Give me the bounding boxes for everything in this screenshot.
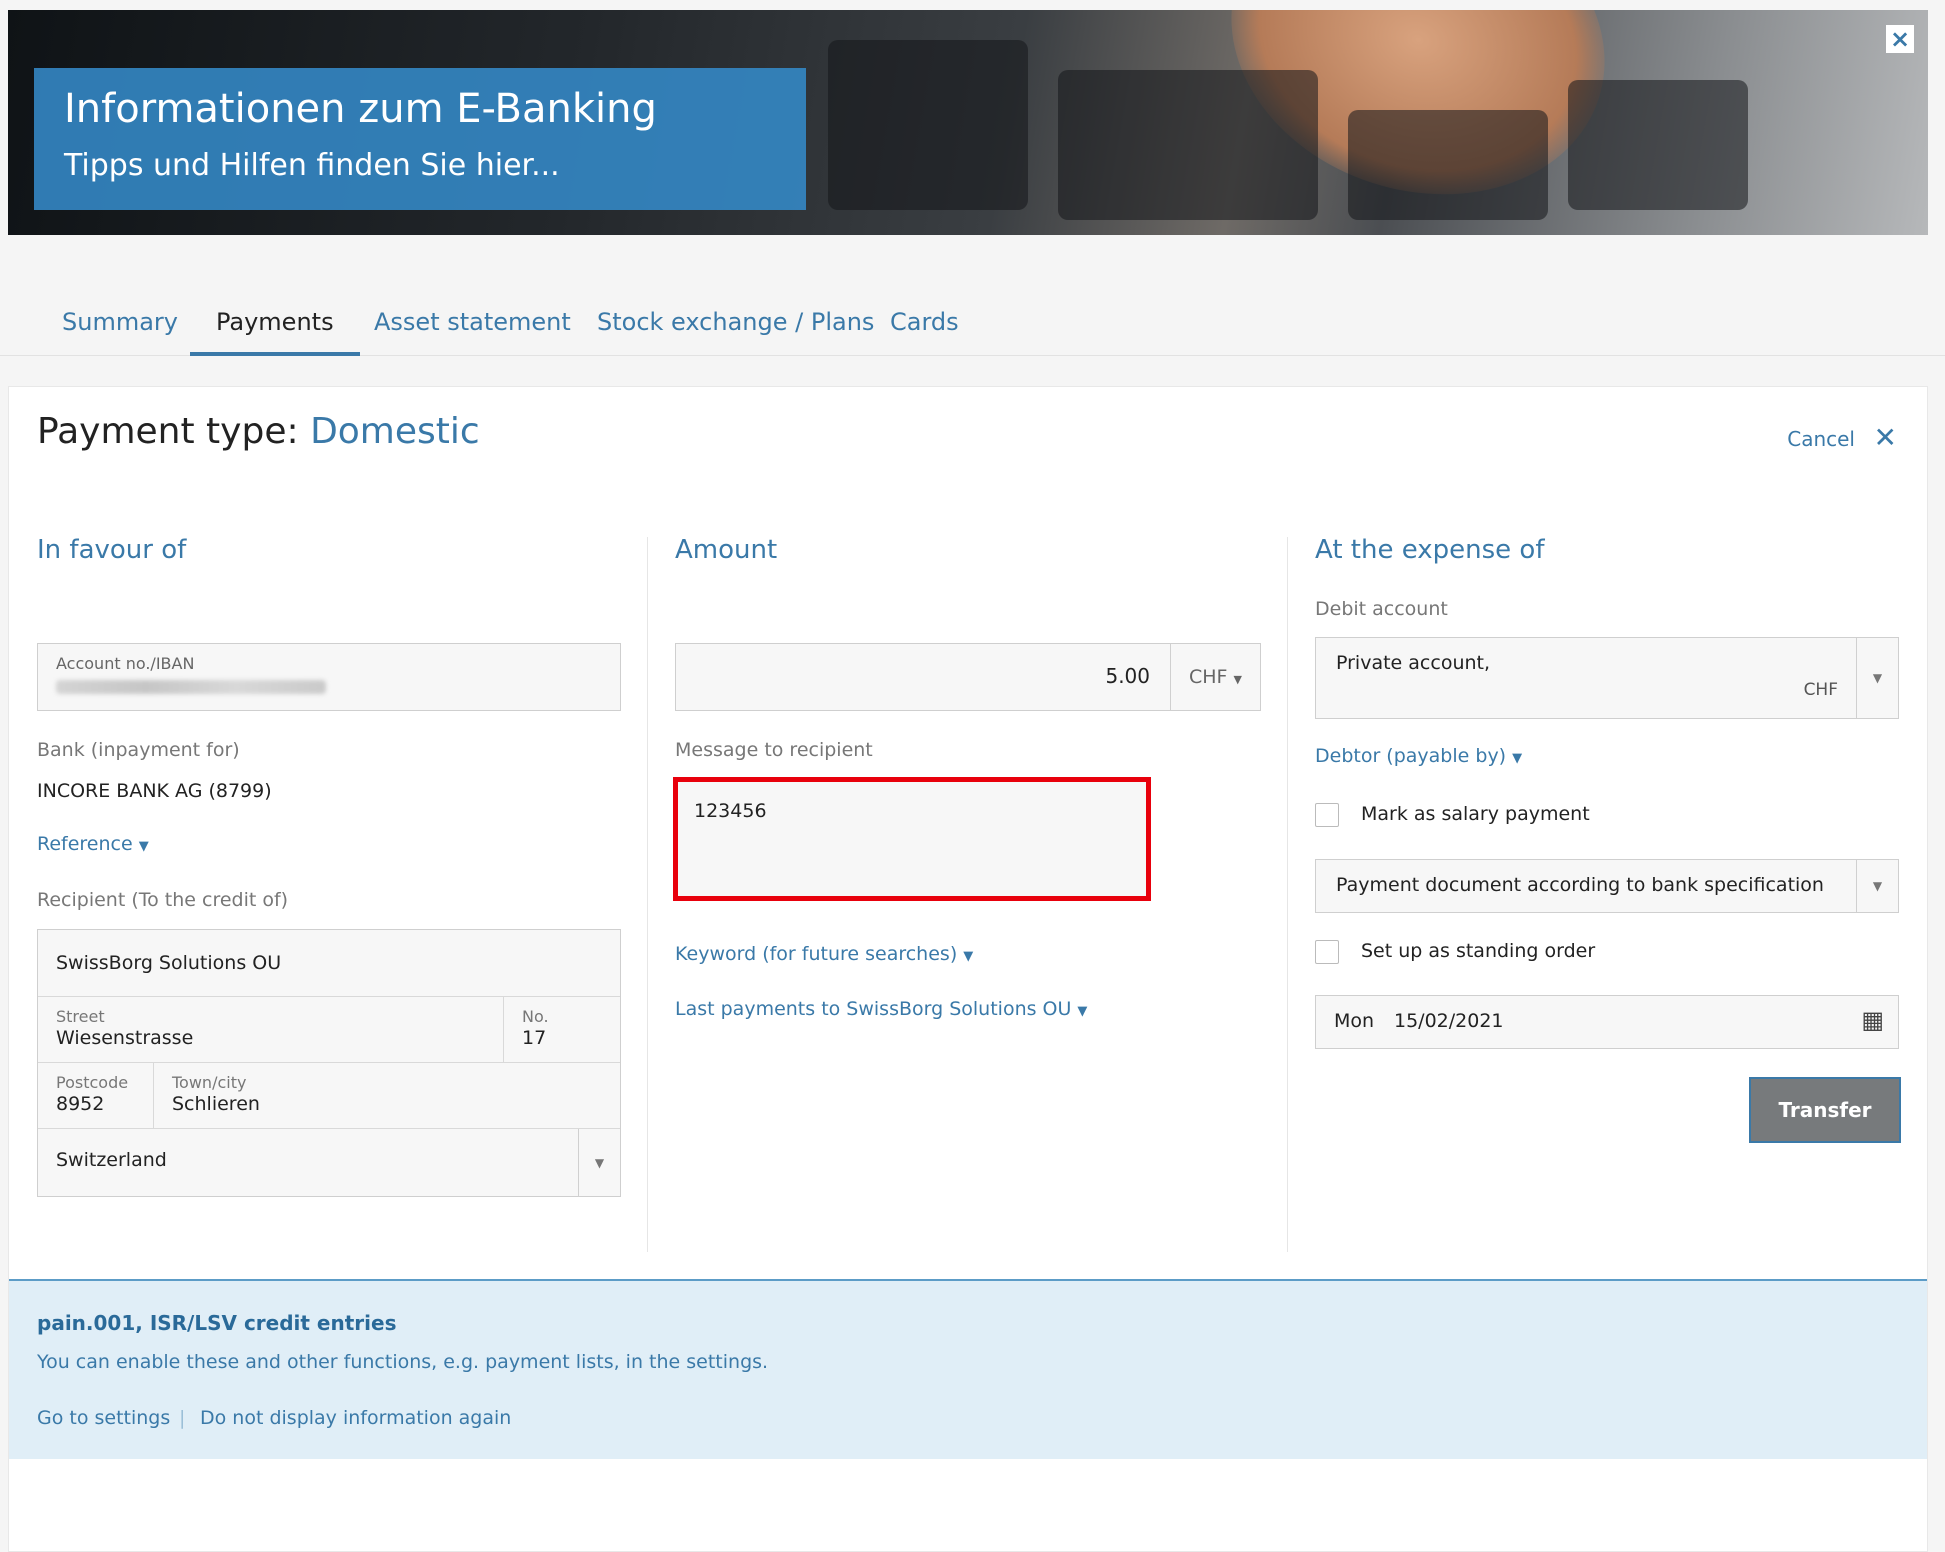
street-value: Wiesenstrasse	[56, 1027, 194, 1049]
banner-photo-key	[1058, 70, 1318, 220]
info-panel: pain.001, ISR/LSV credit entries You can…	[9, 1279, 1927, 1459]
iban-value-blurred	[56, 680, 326, 694]
message-value: 123456	[694, 800, 767, 822]
calendar-icon[interactable]: ▦	[1861, 1006, 1884, 1034]
postcode-label: Postcode	[56, 1073, 129, 1092]
house-no-field[interactable]: No. 17	[504, 997, 622, 1062]
keyword-link[interactable]: Keyword (for future searches) ▼	[675, 943, 973, 965]
banner-photo-key	[1568, 80, 1748, 210]
tab-cards[interactable]: Cards	[864, 290, 985, 356]
banner-photo-key	[1348, 110, 1548, 220]
street-row: Street Wiesenstrasse No. 17	[38, 997, 620, 1063]
recipient-label: Recipient (To the credit of)	[37, 889, 289, 911]
caret-down-icon[interactable]: ▼	[1856, 638, 1898, 718]
go-to-settings-link[interactable]: Go to settings	[37, 1407, 170, 1429]
caret-down-icon: ▼	[1233, 673, 1242, 686]
salary-checkbox[interactable]	[1315, 803, 1339, 827]
recipient-name-field[interactable]: SwissBorg Solutions OU	[38, 930, 620, 997]
page-title: Payment type: Domestic	[37, 411, 480, 452]
date-day: Mon	[1334, 1010, 1375, 1032]
street-field[interactable]: Street Wiesenstrasse	[38, 997, 504, 1062]
close-icon[interactable]: ×	[1886, 25, 1914, 53]
country-select[interactable]: Switzerland ▼	[38, 1129, 620, 1197]
expense-heading: At the expense of	[1315, 535, 1545, 565]
town-field[interactable]: Town/city Schlieren	[154, 1063, 622, 1128]
bank-value: INCORE BANK AG (8799)	[37, 780, 272, 802]
street-label: Street	[56, 1007, 105, 1026]
chevron-down-icon: ▼	[1512, 751, 1523, 766]
date-field[interactable]: Mon 15/02/2021 ▦	[1315, 995, 1899, 1049]
no-value: 17	[522, 1027, 547, 1049]
postcode-field[interactable]: Postcode 8952	[38, 1063, 154, 1128]
hide-info-link[interactable]: Do not display information again	[200, 1407, 511, 1429]
debit-account-select[interactable]: Private account, CHF ▼	[1315, 637, 1899, 719]
amount-input[interactable]: 5.00 CHF ▼	[675, 643, 1261, 711]
message-textarea[interactable]: 123456	[673, 777, 1151, 901]
close-icon[interactable]: ✕	[1874, 421, 1897, 454]
standing-order-checkbox[interactable]	[1315, 940, 1339, 964]
banner-text-box: Informationen zum E-Banking Tipps und Hi…	[34, 68, 806, 210]
banner-photo-key	[828, 40, 1028, 210]
info-heading: pain.001, ISR/LSV credit entries	[37, 1311, 397, 1335]
amount-heading: Amount	[675, 535, 778, 565]
main-tabs: Summary Payments Asset statement Stock e…	[0, 290, 1945, 356]
debit-account-label: Debit account	[1315, 598, 1448, 620]
document-value: Payment document according to bank speci…	[1336, 874, 1824, 896]
debit-account-value: Private account,	[1336, 652, 1491, 674]
caret-down-icon[interactable]: ▼	[578, 1129, 620, 1197]
town-label: Town/city	[172, 1073, 247, 1092]
payment-card: Payment type: Domestic Cancel ✕ In favou…	[8, 386, 1928, 1552]
iban-field[interactable]: Account no./IBAN	[37, 643, 621, 711]
no-label: No.	[522, 1007, 549, 1026]
link-separator: |	[179, 1407, 186, 1429]
payment-type-value: Domestic	[310, 411, 480, 452]
chevron-down-icon: ▼	[1077, 1004, 1088, 1019]
last-payments-link[interactable]: Last payments to SwissBorg Solutions OU ▼	[675, 998, 1087, 1020]
in-favour-heading: In favour of	[37, 535, 187, 565]
iban-label: Account no./IBAN	[56, 654, 195, 673]
chevron-down-icon: ▼	[138, 839, 149, 854]
transfer-button[interactable]: Transfer	[1749, 1077, 1901, 1143]
recipient-address: SwissBorg Solutions OU Street Wiesenstra…	[37, 929, 621, 1197]
caret-down-icon[interactable]: ▼	[1856, 860, 1898, 912]
recipient-name: SwissBorg Solutions OU	[56, 952, 282, 974]
document-select[interactable]: Payment document according to bank speci…	[1315, 859, 1899, 913]
message-label: Message to recipient	[675, 739, 873, 761]
date-value: 15/02/2021	[1394, 1010, 1504, 1032]
tab-stock-exchange[interactable]: Stock exchange / Plans	[571, 290, 900, 356]
town-row: Postcode 8952 Town/city Schlieren	[38, 1063, 620, 1129]
debtor-link[interactable]: Debtor (payable by) ▼	[1315, 745, 1522, 767]
column-divider	[1287, 537, 1288, 1252]
banner-title: Informationen zum E-Banking	[64, 86, 657, 132]
bank-label: Bank (inpayment for)	[37, 739, 240, 761]
currency-select[interactable]: CHF ▼	[1170, 644, 1260, 710]
column-divider	[647, 537, 648, 1252]
town-value: Schlieren	[172, 1093, 260, 1115]
cancel-link[interactable]: Cancel	[1787, 427, 1855, 451]
debit-currency: CHF	[1803, 680, 1838, 700]
tab-payments[interactable]: Payments	[190, 290, 360, 356]
country-value: Switzerland	[56, 1149, 167, 1171]
payment-type-label: Payment type:	[37, 411, 299, 452]
banner-subtitle: Tipps und Hilfen finden Sie hier...	[64, 148, 560, 183]
chevron-down-icon: ▼	[963, 949, 974, 964]
info-banner[interactable]: Informationen zum E-Banking Tipps und Hi…	[8, 10, 1928, 235]
salary-checkbox-label: Mark as salary payment	[1361, 803, 1590, 825]
reference-link[interactable]: Reference ▼	[37, 833, 149, 855]
tab-summary[interactable]: Summary	[36, 290, 204, 356]
info-text: You can enable these and other functions…	[37, 1351, 769, 1373]
amount-value: 5.00	[1105, 664, 1150, 688]
standing-order-label: Set up as standing order	[1361, 940, 1596, 962]
tab-asset-statement[interactable]: Asset statement	[348, 290, 597, 356]
postcode-value: 8952	[56, 1093, 105, 1115]
